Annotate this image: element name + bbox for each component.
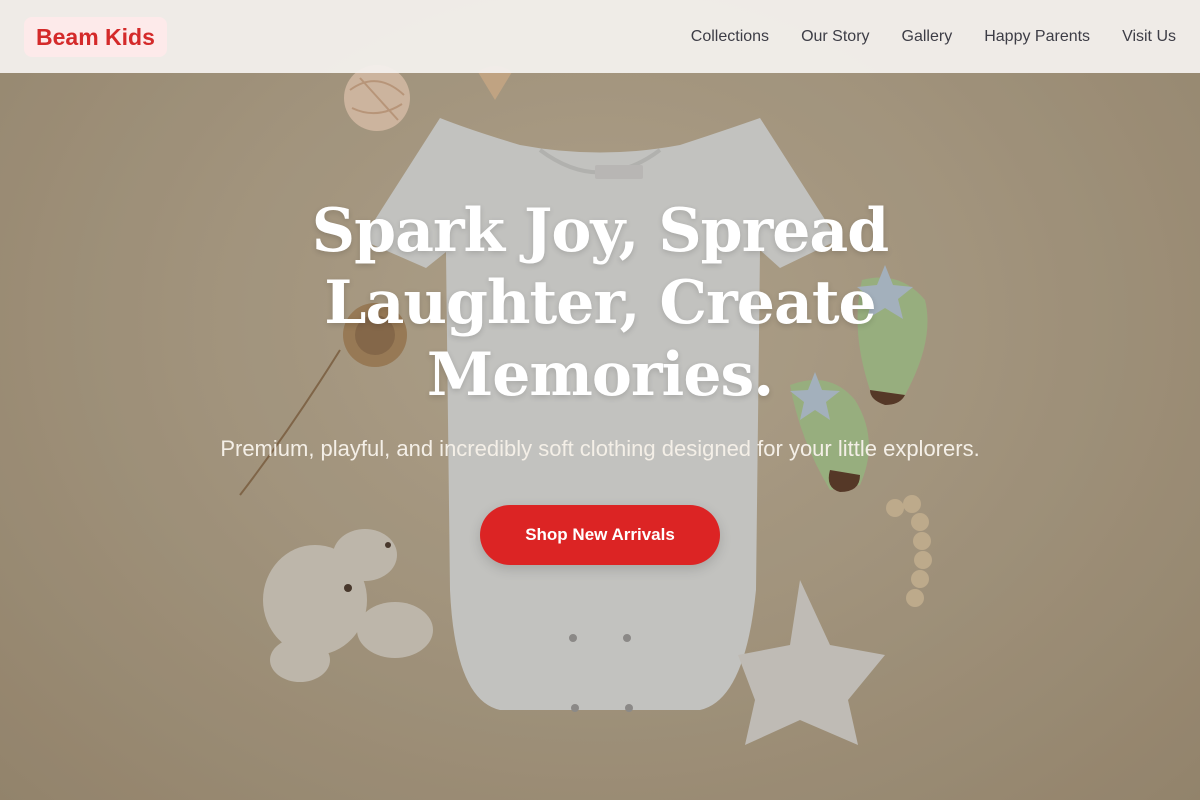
hero-subtitle: Premium, playful, and incredibly soft cl…	[220, 436, 980, 461]
nav-link-our-story[interactable]: Our Story	[801, 28, 869, 46]
nav-link-collections[interactable]: Collections	[691, 28, 769, 46]
shop-new-arrivals-button[interactable]: Shop New Arrivals	[480, 505, 720, 565]
nav-link-visit-us[interactable]: Visit Us	[1122, 28, 1176, 46]
hero-title: Spark Joy, Spread Laughter, Create Memor…	[311, 196, 889, 410]
nav-link-gallery[interactable]: Gallery	[902, 28, 953, 46]
top-navigation-bar: Beam Kids Collections Our Story Gallery …	[0, 0, 1200, 73]
brand-logo[interactable]: Beam Kids	[24, 16, 167, 57]
hero-content: Spark Joy, Spread Laughter, Create Memor…	[0, 195, 1200, 565]
main-nav-links: Collections Our Story Gallery Happy Pare…	[691, 28, 1176, 46]
nav-link-happy-parents[interactable]: Happy Parents	[984, 28, 1090, 46]
